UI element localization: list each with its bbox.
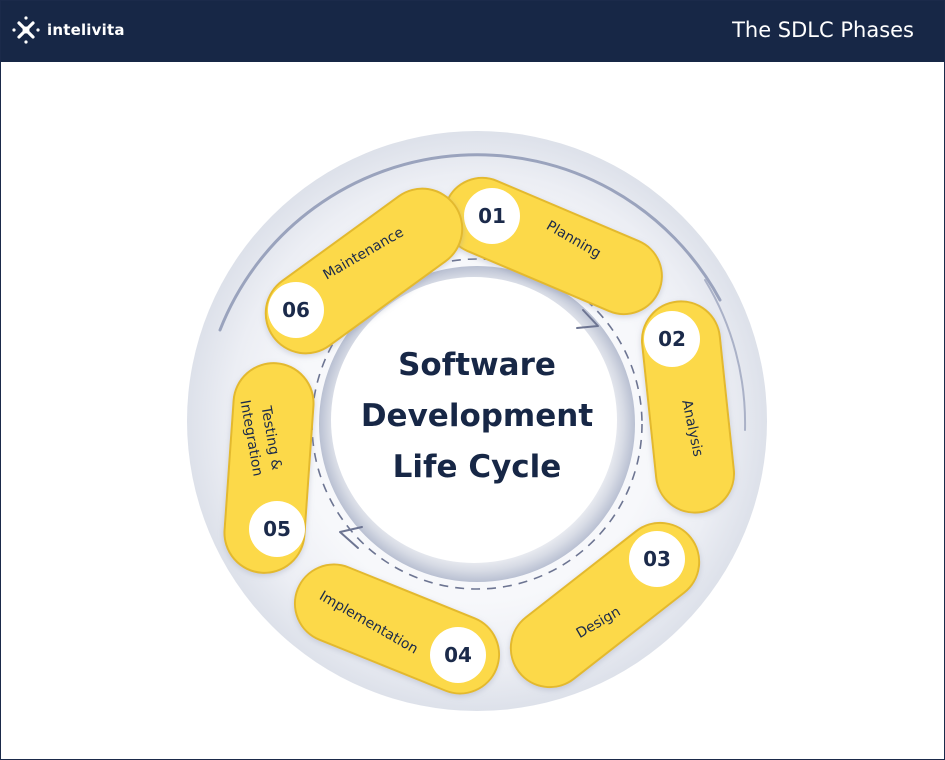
- center-title: Software Development Life Cycle: [333, 340, 621, 493]
- center-title-line3: Life Cycle: [392, 449, 562, 485]
- phase-03-number: 03: [643, 547, 671, 571]
- phase-04-number: 04: [444, 643, 472, 667]
- phase-05-number: 05: [263, 517, 291, 541]
- center-title-line2: Development: [360, 398, 594, 434]
- phase-02-number: 02: [658, 327, 686, 351]
- phase-06-number: 06: [282, 298, 310, 322]
- phase-01-number: 01: [478, 204, 506, 228]
- center-title-line1: Software: [398, 347, 556, 383]
